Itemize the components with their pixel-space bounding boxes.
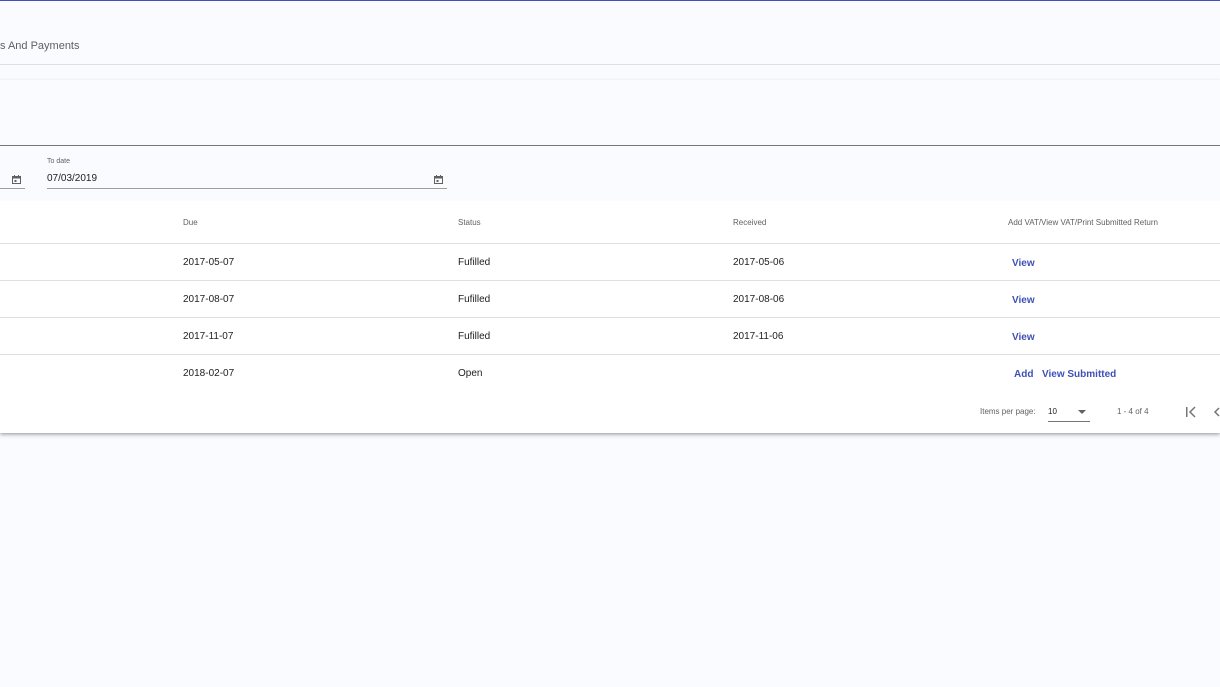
to-date-underline <box>47 188 447 189</box>
table-row: 2017-05-07 Fufilled 2017-05-06 View <box>0 244 1220 281</box>
items-per-page-value: 10 <box>1048 407 1057 416</box>
vat-returns-card: To date Due Status Received Add VAT/View… <box>0 80 1220 433</box>
chevron-down-icon <box>1078 410 1086 414</box>
table-row: 2017-08-07 Fufilled 2017-08-06 View <box>0 281 1220 318</box>
received-cell: 2017-08-06 <box>733 294 785 305</box>
view-vat-button[interactable]: View <box>1012 258 1035 269</box>
due-cell: 2017-05-07 <box>183 257 235 268</box>
page-range-label: 1 - 4 of 4 <box>1117 407 1149 416</box>
to-date-calendar-icon[interactable] <box>434 175 443 184</box>
tab-vat-returns-and-payments[interactable]: s And Payments <box>0 40 80 52</box>
received-cell: 2017-05-06 <box>733 257 785 268</box>
view-vat-button[interactable]: View <box>1012 332 1035 343</box>
column-header-received[interactable]: Received <box>733 218 766 227</box>
date-filter-section: To date <box>0 146 1220 201</box>
due-cell: 2017-11-07 <box>183 331 234 342</box>
previous-page-icon[interactable] <box>1210 403 1220 421</box>
tab-bar: s And Payments <box>0 1 1220 65</box>
column-header-status[interactable]: Status <box>458 218 481 227</box>
status-cell: Fufilled <box>458 257 491 268</box>
table-row: 2018-02-07 Open Add View Submitted <box>0 355 1220 392</box>
column-header-due[interactable]: Due <box>183 218 198 227</box>
received-cell: 2017-11-06 <box>733 331 784 342</box>
column-header-actions: Add VAT/View VAT/Print Submitted Return <box>1008 218 1158 227</box>
card-header <box>0 80 1220 146</box>
vat-returns-table: Due Status Received Add VAT/View VAT/Pri… <box>0 201 1220 392</box>
add-vat-button[interactable]: Add <box>1014 369 1033 380</box>
from-date-underline <box>0 188 25 189</box>
due-cell: 2017-08-07 <box>183 294 235 305</box>
from-date-calendar-icon[interactable] <box>12 175 21 184</box>
table-row: 2017-11-07 Fufilled 2017-11-06 View <box>0 318 1220 355</box>
view-submitted-button[interactable]: View Submitted <box>1042 369 1116 380</box>
status-cell: Open <box>458 368 483 379</box>
view-vat-button[interactable]: View <box>1012 295 1035 306</box>
first-page-icon[interactable] <box>1182 403 1200 421</box>
status-cell: Fufilled <box>458 331 491 342</box>
table-header-row: Due Status Received Add VAT/View VAT/Pri… <box>0 201 1220 244</box>
paginator: Items per page: 10 1 - 4 of 4 <box>0 391 1220 433</box>
items-per-page-select[interactable]: 10 <box>1048 403 1090 422</box>
items-per-page-label: Items per page: <box>980 407 1036 416</box>
status-cell: Fufilled <box>458 294 491 305</box>
due-cell: 2018-02-07 <box>183 368 235 379</box>
to-date-input[interactable] <box>47 170 437 186</box>
to-date-label: To date <box>47 158 70 165</box>
